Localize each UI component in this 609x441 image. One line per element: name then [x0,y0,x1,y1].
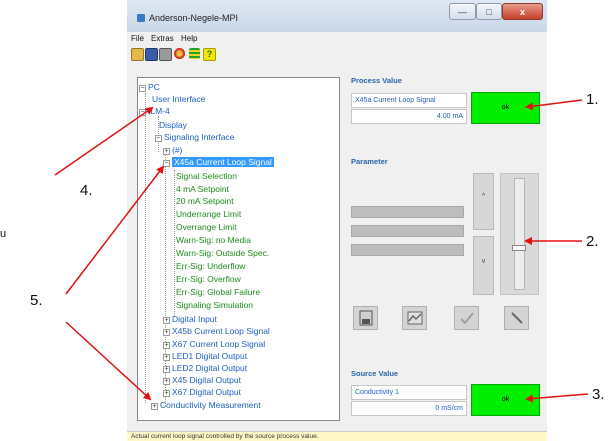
settings-icon[interactable] [189,48,200,59]
expand-icon[interactable]: + [163,366,170,373]
callout-1: 1. [586,91,599,108]
expand-icon[interactable]: + [163,390,170,397]
close-button[interactable]: x [502,3,543,20]
minimize-button[interactable]: — [449,3,476,20]
tree-item-x45a[interactable]: − X45a Current Loop Signal [163,157,274,168]
app-icon [137,14,145,22]
tree-item-x45b[interactable]: + X45b Current Loop Signal [163,326,270,337]
chart-icon [407,311,422,325]
process-value-name: X45a Current Loop Signal [351,93,467,108]
source-value-label: Source Value [351,369,399,378]
document-icon [359,310,372,326]
expand-icon[interactable]: + [163,317,170,324]
process-value-reading: 4.00 mA [351,109,467,124]
tree-item-digital-input[interactable]: + Digital Input [163,314,217,325]
collapse-icon[interactable]: − [155,135,162,142]
status-bar: Actual current loop signal controlled by… [127,431,547,441]
menu-file[interactable]: File [131,34,144,43]
tree-item-display[interactable]: Display [159,120,187,131]
process-value-label: Process Value [351,76,402,85]
maximize-button[interactable]: □ [476,3,502,20]
parameter-slider[interactable] [500,173,539,295]
parameter-field-3[interactable] [351,244,464,256]
tree-item-ilm-4[interactable]: − ILM-4 [139,106,170,117]
slider-thumb[interactable] [512,245,526,251]
confirm-button[interactable] [454,306,479,330]
tree-item-led2[interactable]: + LED2 Digital Output [163,363,247,374]
tree-item-4ma-setpoint[interactable]: 4 mA Setpoint [176,184,229,195]
tree-item-overrange-limit[interactable]: Overrange Limit [176,222,236,233]
title-bar: Anderson-Negele-MPI — □ x [127,0,547,32]
expand-icon[interactable]: + [163,148,170,155]
tree-item-signaling-interface[interactable]: − Signaling Interface [155,132,234,143]
parameter-field-1[interactable] [351,206,464,218]
edge-letter: u [0,228,7,240]
tree-item-led1[interactable]: + LED1 Digital Output [163,351,247,362]
cancel-button[interactable] [504,306,529,330]
tree-item-err-global-failure[interactable]: Err-Sig: Global Failure [176,287,260,298]
callout-4: 4. [80,182,93,199]
open-icon[interactable] [131,48,144,61]
checkmark-icon [459,312,474,324]
process-value-status: ok [471,92,540,124]
tree-item-x45-digital[interactable]: + X45 Digital Output [163,375,241,386]
open-file-button[interactable] [353,306,378,330]
menu-extras[interactable]: Extras [151,34,174,43]
increment-button[interactable]: ^ [473,173,494,230]
device-tree: − PC User Interface − ILM-4 Display − Signa… [137,77,340,421]
tree-item-warn-no-media[interactable]: Warn-Sig: no Media [176,235,251,246]
slider-groove [514,178,525,290]
collapse-icon[interactable]: − [163,160,170,167]
menu-help[interactable]: Help [181,34,197,43]
tree-item-conductivity[interactable]: + Conductivity Measurement [151,400,261,411]
collapse-icon[interactable]: − [139,85,146,92]
window-title: Anderson-Negele-MPI [149,13,239,23]
expand-icon[interactable]: + [163,378,170,385]
toolbar: ? [127,46,547,62]
expand-icon[interactable]: + [163,354,170,361]
tree-item-x67-current[interactable]: + X67 Current Loop Signal [163,339,265,350]
parameter-field-2[interactable] [351,225,464,237]
save-icon[interactable] [145,48,158,61]
print-icon[interactable] [159,48,172,61]
tree-item-signal-selection[interactable]: Signal Selection [176,171,237,182]
tree-item-warn-outside-spec[interactable]: Warn-Sig: Outside Spec. [176,248,269,259]
slash-icon [510,312,523,324]
source-value-status: ok [471,384,540,416]
collapse-icon[interactable]: − [139,109,146,116]
callout-5: 5. [30,292,43,309]
tree-item-user-interface[interactable]: User Interface [152,94,205,105]
tree-item-signaling-simulation[interactable]: Signaling Simulation [176,300,253,311]
tree-item-hash[interactable]: + (#) [163,145,182,156]
tree-item-err-overflow[interactable]: Err-Sig: Overflow [176,274,241,285]
expand-icon[interactable]: + [163,329,170,336]
connect-icon[interactable] [174,48,185,59]
expand-icon[interactable]: + [151,403,158,410]
tree-item-20ma-setpoint[interactable]: 20 mA Setpoint [176,196,234,207]
tree-item-underrange-limit[interactable]: Underrange Limit [176,209,241,220]
source-value-reading: 0 mS/cm [351,401,467,416]
tree-item-x67-digital[interactable]: + X67 Digital Output [163,387,241,398]
decrement-button[interactable]: v [473,236,494,295]
help-icon[interactable]: ? [203,48,216,61]
app-window: Anderson-Negele-MPI — □ x File Extras He… [127,0,547,441]
parameter-label: Parameter [351,157,388,166]
tree-item-pc[interactable]: − PC [139,82,160,93]
callout-3: 3. [592,386,605,403]
callout-2: 2. [586,233,599,250]
tree-item-err-underflow[interactable]: Err-Sig: Underflow [176,261,245,272]
chart-button[interactable] [402,306,427,330]
menu-bar: File Extras Help [127,32,547,45]
source-value-name: Conductivity 1 [351,385,467,400]
expand-icon[interactable]: + [163,342,170,349]
